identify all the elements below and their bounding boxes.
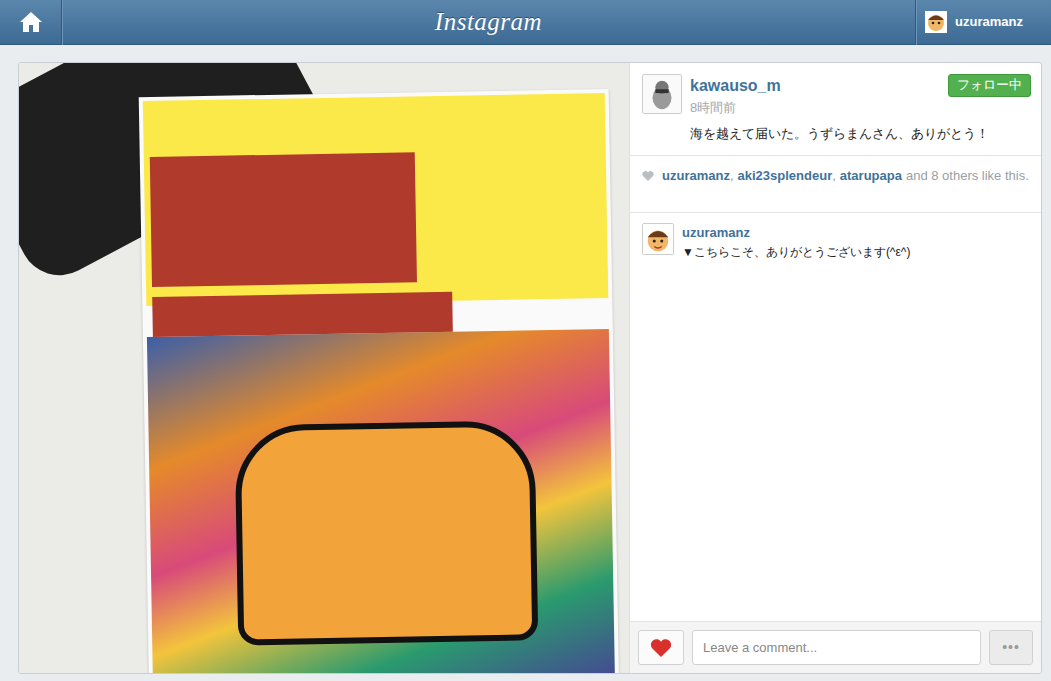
comment-input[interactable] <box>692 630 981 665</box>
avatar-icon[interactable] <box>642 74 682 114</box>
user-name[interactable]: uzuramanz <box>955 12 1023 32</box>
more-button[interactable]: ••• <box>989 630 1033 665</box>
avatar-icon <box>925 11 947 33</box>
heart-icon <box>642 170 654 182</box>
post-photo[interactable] <box>19 63 629 674</box>
liker-link[interactable]: atarupapa <box>840 168 902 183</box>
comment-text: ▼こちらこそ、ありがとうございます(^ε^) <box>682 243 910 261</box>
post-header: kawauso_m フォロー中 8時間前 海を越えて届いた。うずらまんさん、あり… <box>630 63 1041 156</box>
avatar-icon[interactable] <box>642 223 674 255</box>
like-button[interactable] <box>638 630 684 665</box>
liker-link[interactable]: uzuramanz <box>662 168 730 183</box>
separator: , <box>730 168 734 183</box>
comment-list: uzuramanz▼こちらこそ、ありがとうございます(^ε^) <box>630 213 1041 621</box>
likes-row: uzuramanz,aki23splendeur,atarupapaand 8 … <box>630 156 1041 213</box>
user-menu[interactable]: uzuramanz <box>915 0 1051 45</box>
post-time: 8時間前 <box>690 98 1031 118</box>
home-button[interactable] <box>0 0 62 45</box>
post-card: kawauso_m フォロー中 8時間前 海を越えて届いた。うずらまんさん、あり… <box>18 62 1042 674</box>
post-caption: 海を越えて届いた。うずらまんさん、ありがとう！ <box>690 124 1031 144</box>
post-user[interactable]: kawauso_m <box>690 74 781 98</box>
post-panel: kawauso_m フォロー中 8時間前 海を越えて届いた。うずらまんさん、あり… <box>629 63 1041 673</box>
separator: , <box>832 168 836 183</box>
top-bar: Instagram uzuramanz <box>0 0 1051 45</box>
heart-icon <box>650 638 672 658</box>
comment: uzuramanz▼こちらこそ、ありがとうございます(^ε^) <box>642 223 1029 261</box>
comment-bar: ••• <box>630 621 1041 673</box>
likes-suffix: and 8 others like this. <box>906 168 1029 183</box>
liker-link[interactable]: aki23splendeur <box>738 168 833 183</box>
home-icon <box>19 11 43 33</box>
comment-user[interactable]: uzuramanz <box>682 223 910 243</box>
follow-button[interactable]: フォロー中 <box>948 74 1031 97</box>
logo[interactable]: Instagram <box>435 3 542 41</box>
